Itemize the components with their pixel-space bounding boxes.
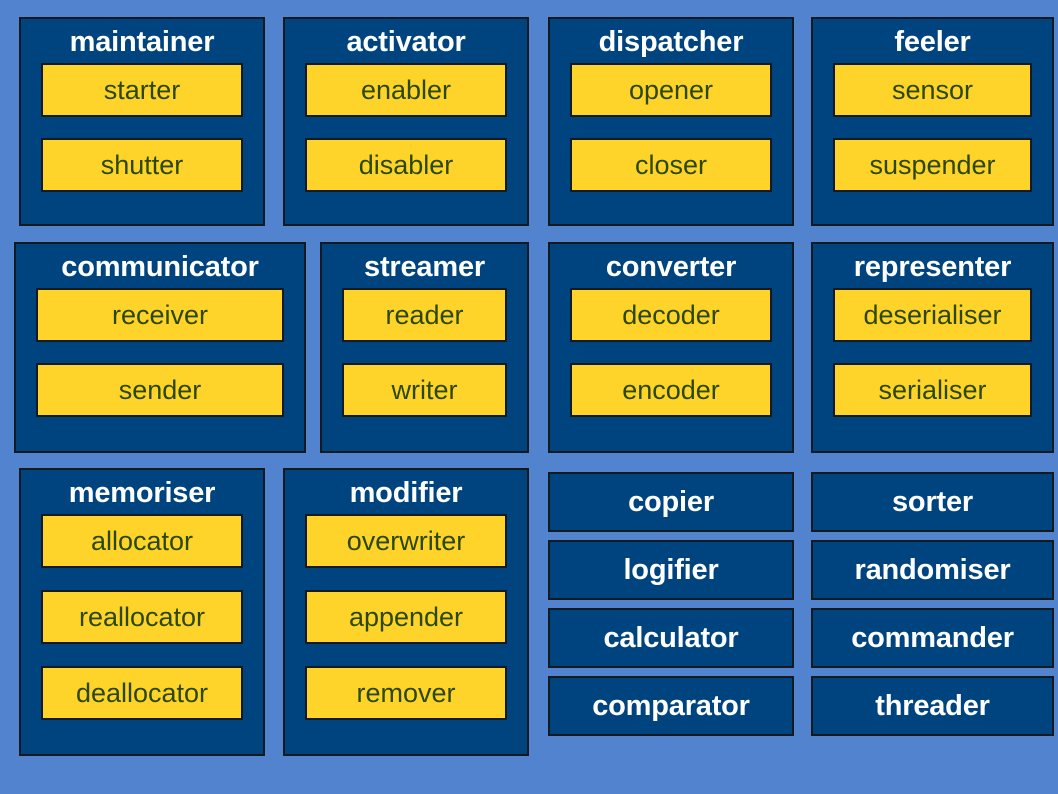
leaf-chip[interactable]: opener xyxy=(570,63,772,117)
leaf-chip[interactable]: starter xyxy=(41,63,243,117)
group-children: sensor suspender xyxy=(813,63,1052,224)
category-board: maintainer starter shutter activator ena… xyxy=(0,0,1058,794)
group-title: memoriser xyxy=(68,477,216,509)
group-card-activator[interactable]: activator enabler disabler xyxy=(283,17,529,226)
group-card-representer[interactable]: representer deserialiser serialiser xyxy=(811,242,1054,453)
group-card-feeler[interactable]: feeler sensor suspender xyxy=(811,17,1054,226)
group-title: modifier xyxy=(349,477,463,509)
group-title: streamer xyxy=(364,251,485,283)
group-card-converter[interactable]: converter decoder encoder xyxy=(548,242,794,453)
standalone-card-commander[interactable]: commander xyxy=(811,608,1054,668)
group-card-maintainer[interactable]: maintainer starter shutter xyxy=(19,17,265,226)
standalone-card-sorter[interactable]: sorter xyxy=(811,472,1054,532)
leaf-chip[interactable]: decoder xyxy=(570,288,772,342)
leaf-chip[interactable]: suspender xyxy=(833,138,1032,192)
standalone-card-comparator[interactable]: comparator xyxy=(548,676,794,736)
standalone-card-logifier[interactable]: logifier xyxy=(548,540,794,600)
group-title: feeler xyxy=(894,26,971,58)
leaf-chip[interactable]: writer xyxy=(342,363,507,417)
standalone-card-calculator[interactable]: calculator xyxy=(548,608,794,668)
leaf-chip[interactable]: overwriter xyxy=(305,514,507,568)
group-card-dispatcher[interactable]: dispatcher opener closer xyxy=(548,17,794,226)
standalone-card-threader[interactable]: threader xyxy=(811,676,1054,736)
group-title: converter xyxy=(605,251,737,283)
group-title: maintainer xyxy=(69,26,215,58)
group-card-communicator[interactable]: communicator receiver sender xyxy=(14,242,306,453)
group-children: deserialiser serialiser xyxy=(813,288,1052,451)
leaf-chip[interactable]: appender xyxy=(305,590,507,644)
group-children: receiver sender xyxy=(16,288,304,451)
leaf-chip[interactable]: enabler xyxy=(305,63,507,117)
group-card-modifier[interactable]: modifier overwriter appender remover xyxy=(283,468,529,756)
leaf-chip[interactable]: remover xyxy=(305,666,507,720)
leaf-chip[interactable]: disabler xyxy=(305,138,507,192)
group-children: reader writer xyxy=(322,288,527,451)
leaf-chip[interactable]: deallocator xyxy=(41,666,243,720)
group-title: communicator xyxy=(61,251,259,283)
group-children: opener closer xyxy=(550,63,792,224)
leaf-chip[interactable]: deserialiser xyxy=(833,288,1032,342)
group-title: activator xyxy=(346,26,466,58)
group-card-streamer[interactable]: streamer reader writer xyxy=(320,242,529,453)
leaf-chip[interactable]: closer xyxy=(570,138,772,192)
leaf-chip[interactable]: receiver xyxy=(36,288,284,342)
leaf-chip[interactable]: sensor xyxy=(833,63,1032,117)
leaf-chip[interactable]: encoder xyxy=(570,363,772,417)
leaf-chip[interactable]: reader xyxy=(342,288,507,342)
standalone-card-copier[interactable]: copier xyxy=(548,472,794,532)
group-title: representer xyxy=(853,251,1012,283)
group-title: dispatcher xyxy=(598,26,744,58)
leaf-chip[interactable]: shutter xyxy=(41,138,243,192)
group-children: allocator reallocator deallocator xyxy=(21,514,263,754)
standalone-card-randomiser[interactable]: randomiser xyxy=(811,540,1054,600)
group-children: enabler disabler xyxy=(285,63,527,224)
leaf-chip[interactable]: sender xyxy=(36,363,284,417)
group-children: decoder encoder xyxy=(550,288,792,451)
leaf-chip[interactable]: serialiser xyxy=(833,363,1032,417)
leaf-chip[interactable]: allocator xyxy=(41,514,243,568)
group-card-memoriser[interactable]: memoriser allocator reallocator dealloca… xyxy=(19,468,265,756)
leaf-chip[interactable]: reallocator xyxy=(41,590,243,644)
group-children: overwriter appender remover xyxy=(285,514,527,754)
group-children: starter shutter xyxy=(21,63,263,224)
